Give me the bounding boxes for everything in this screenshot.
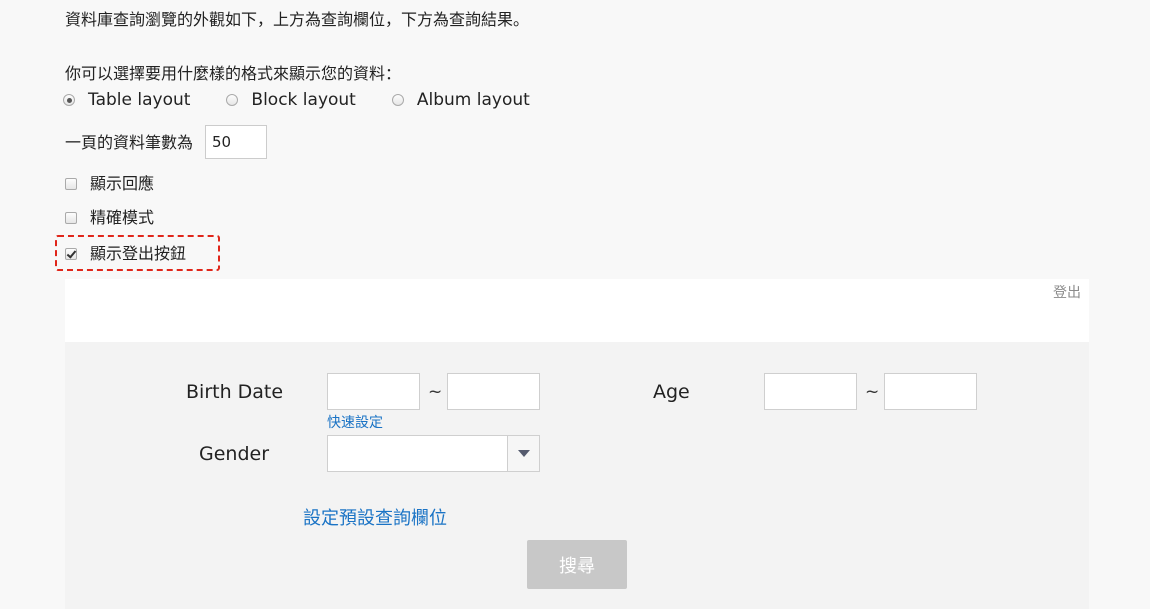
- checkbox-indicator[interactable]: [65, 212, 77, 224]
- checkbox-label: 精確模式: [90, 208, 155, 227]
- radio-album-layout[interactable]: Album layout: [391, 90, 530, 110]
- age-to-input[interactable]: [884, 373, 977, 410]
- checkbox-exact-mode[interactable]: 精確模式: [65, 208, 154, 228]
- birth-date-to-input[interactable]: [447, 373, 540, 410]
- radio-label: Album layout: [416, 90, 530, 110]
- checkbox-label: 顯示回應: [90, 174, 155, 193]
- age-label: Age: [653, 381, 690, 403]
- preview-header: [65, 279, 1089, 342]
- radio-indicator[interactable]: [226, 94, 239, 106]
- highlight-annotation: [55, 235, 220, 271]
- radio-label: Table layout: [88, 90, 191, 110]
- age-from-input[interactable]: [764, 373, 857, 410]
- checkbox-show-reply[interactable]: 顯示回應: [65, 174, 154, 194]
- birth-date-from-input[interactable]: [327, 373, 420, 410]
- set-default-query-fields-link[interactable]: 設定預設查詢欄位: [303, 509, 447, 529]
- age-tilde: ~: [865, 382, 880, 402]
- format-prompt: 你可以選擇要用什麼樣的格式來顯示您的資料：: [65, 64, 402, 83]
- gender-label: Gender: [199, 443, 270, 465]
- checkbox-indicator[interactable]: [65, 178, 77, 190]
- gender-select[interactable]: [327, 435, 540, 472]
- per-page-label: 一頁的資料筆數為: [65, 133, 194, 152]
- radio-block-layout[interactable]: Block layout: [226, 90, 356, 110]
- birth-date-label: Birth Date: [186, 381, 284, 403]
- radio-label: Block layout: [251, 90, 356, 110]
- quick-setting-link[interactable]: 快速設定: [327, 413, 383, 433]
- intro-text: 資料庫查詢瀏覽的外觀如下，上方為查詢欄位，下方為查詢結果。: [65, 10, 530, 29]
- radio-indicator[interactable]: [391, 94, 404, 106]
- layout-radio-group: Table layout Block layout Album layout: [63, 90, 566, 110]
- logout-link[interactable]: 登出: [1053, 283, 1081, 303]
- radio-table-layout[interactable]: Table layout: [63, 90, 190, 110]
- radio-indicator[interactable]: [63, 94, 75, 106]
- chevron-down-icon[interactable]: [507, 436, 539, 471]
- search-button[interactable]: 搜尋: [527, 540, 627, 589]
- per-page-input[interactable]: [205, 125, 267, 159]
- birth-date-tilde: ~: [428, 382, 443, 402]
